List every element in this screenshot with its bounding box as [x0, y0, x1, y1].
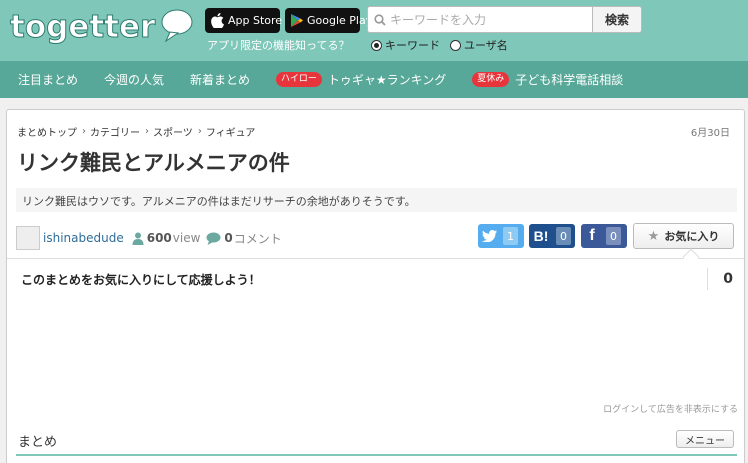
comment-count-value: 0 — [224, 231, 233, 245]
breadcrumb-item[interactable]: カテゴリー — [90, 124, 140, 139]
search-button[interactable]: 検索 — [592, 6, 642, 33]
facebook-share-count: 0 — [606, 227, 621, 245]
search-mode-keyword[interactable]: キーワード — [371, 37, 440, 53]
avatar[interactable] — [16, 226, 40, 250]
article-description: リンク難民はウソです。アルメニアの件はまだリサーチの余地がありそうです。 — [16, 188, 737, 212]
search-input[interactable] — [390, 12, 580, 27]
user-icon — [132, 232, 144, 245]
speech-bubble-icon — [161, 9, 193, 43]
divider — [7, 258, 744, 259]
twitter-icon — [478, 224, 500, 248]
comment-count[interactable]: 0 コメント — [206, 230, 282, 247]
article-meta: ishinabedude 600 view 0 コメント — [16, 226, 288, 250]
main-nav: 注目まとめ 今週の人気 新着まとめ ハイロー トゥギャ★ランキング 夏休み 子ど… — [0, 61, 748, 98]
twitter-share-count: 1 — [503, 227, 518, 245]
search-mode-username[interactable]: ユーザ名 — [450, 37, 508, 53]
comment-count-unit: コメント — [233, 231, 282, 246]
radio-keyword[interactable] — [371, 39, 382, 51]
breadcrumb-item[interactable]: スポーツ — [153, 124, 193, 139]
radio-username-label: ユーザ名 — [464, 39, 508, 52]
article-date: 6月30日 — [690, 128, 730, 139]
facebook-share-button[interactable]: f 0 — [581, 224, 627, 248]
support-prompt: このまとめをお気に入りにして応援しよう！ — [21, 273, 261, 287]
nav-badge: 夏休み — [472, 72, 510, 87]
hatena-bookmark-count: 0 — [556, 227, 571, 245]
breadcrumb-item[interactable]: まとめトップ — [17, 124, 77, 139]
nav-item-new[interactable]: 新着まとめ — [190, 71, 250, 88]
breadcrumb-item[interactable]: フィギュア — [206, 124, 256, 139]
google-play-label: Google Play — [307, 14, 373, 27]
search-mode-options: キーワード ユーザ名 — [371, 37, 518, 53]
hatena-bookmark-button[interactable]: B! 0 — [529, 224, 575, 248]
section-underline — [16, 454, 737, 456]
nav-item-label: 子ども科学電話相談 — [515, 73, 624, 87]
logo-text: togetter — [10, 9, 156, 45]
apple-icon — [211, 13, 224, 28]
app-promo-link[interactable]: アプリ限定の機能知ってる？ — [207, 37, 349, 53]
togetter-logo[interactable]: togetter — [8, 6, 194, 46]
hatena-bookmark-icon: B! — [533, 228, 549, 244]
star-icon: ★ — [647, 228, 660, 244]
article-title: リンク難民とアルメニアの件 — [17, 151, 290, 175]
site-header: togetter App Store Google Play アプリ限定の機能知… — [0, 0, 748, 61]
nav-item-kids-science[interactable]: 夏休み 子ども科学電話相談 — [472, 71, 623, 88]
google-play-icon — [291, 14, 303, 27]
callout-caret — [682, 248, 700, 266]
login-hide-ads-link[interactable]: ログインして広告を非表示にする — [603, 402, 738, 415]
favorite-button[interactable]: ★ お気に入り — [633, 223, 734, 249]
twitter-share-button[interactable]: 1 — [478, 224, 524, 248]
nav-badge: ハイロー — [276, 72, 322, 87]
chevron-right-icon: › — [145, 126, 149, 137]
section-title: まとめ — [18, 435, 58, 450]
nav-item-weekly-popular[interactable]: 今週の人気 — [104, 71, 164, 88]
google-play-button[interactable]: Google Play — [285, 8, 372, 33]
nav-item-ranking[interactable]: ハイロー トゥギャ★ランキング — [276, 71, 446, 88]
nav-item-label: トゥギャ★ランキング — [327, 73, 447, 87]
nav-item-featured[interactable]: 注目まとめ — [18, 71, 78, 88]
menu-button[interactable]: メニュー — [676, 430, 734, 448]
nav-item-label: 注目まとめ — [18, 73, 79, 87]
app-store-label: App Store — [228, 14, 283, 27]
breadcrumb: まとめトップ › カテゴリー › スポーツ › フィギュア — [17, 124, 255, 139]
radio-username[interactable] — [450, 39, 461, 51]
facebook-icon: f — [589, 227, 595, 244]
radio-keyword-label: キーワード — [385, 39, 440, 52]
nav-item-label: 今週の人気 — [104, 73, 165, 87]
author-link[interactable]: ishinabedude — [43, 231, 124, 245]
favorite-label: お気に入り — [664, 230, 720, 243]
view-count: 600 view — [132, 231, 201, 245]
favorite-count: 0 — [707, 268, 737, 290]
search-box — [367, 6, 593, 33]
nav-item-label: 新着まとめ — [190, 73, 251, 87]
chevron-right-icon: › — [82, 126, 86, 137]
comment-icon — [206, 232, 221, 245]
article-card: まとめトップ › カテゴリー › スポーツ › フィギュア 6月30日 リンク難… — [6, 109, 745, 463]
search-icon — [374, 13, 386, 26]
view-count-unit: view — [172, 231, 201, 245]
chevron-right-icon: › — [197, 126, 202, 137]
app-store-button[interactable]: App Store — [205, 8, 283, 33]
view-count-value: 600 — [146, 231, 172, 245]
